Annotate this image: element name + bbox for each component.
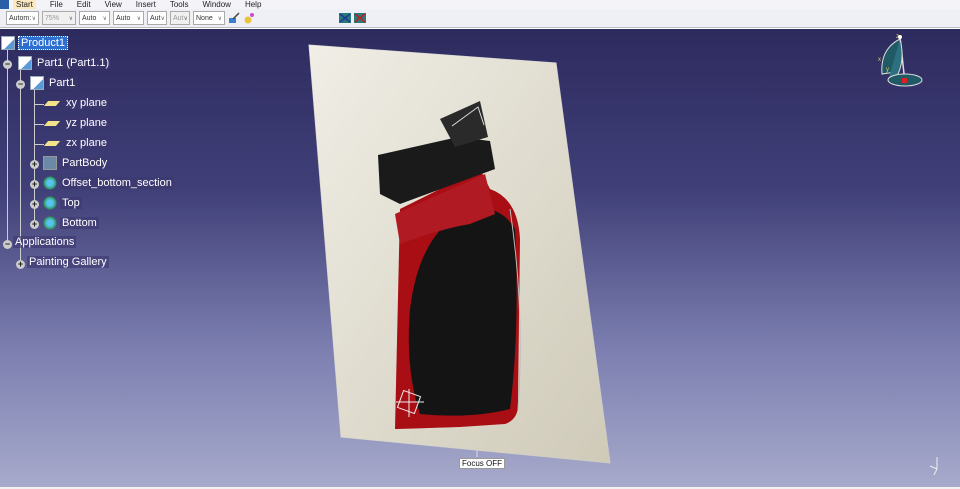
plane-icon: [43, 140, 61, 146]
swap-visible-space-icon[interactable]: [339, 12, 351, 24]
transparency-value: 75%: [45, 14, 60, 22]
model-view: z x y: [308, 34, 938, 476]
color-select[interactable]: Autom: ∨: [6, 11, 39, 25]
tree-node-zx-plane[interactable]: zx plane: [43, 137, 109, 149]
tree-label: Product1: [18, 36, 69, 50]
tree-node-xy-plane[interactable]: xy plane: [43, 97, 109, 109]
body-icon: [43, 156, 57, 170]
graphic-properties-toolbar: Autom: ∨ 75% ∨ Auto ∨ Auto ∨ Aut ∨ Aut ∨ None ∨: [0, 9, 960, 28]
mini-axis-icon: [929, 457, 938, 476]
tree-node-part-instance[interactable]: Part1 (Part1.1): [18, 56, 112, 70]
chevron-down-icon: ∨: [160, 15, 165, 22]
tree-label: Top: [60, 197, 82, 209]
expand-icon[interactable]: +: [30, 200, 39, 209]
tree-label: Painting Gallery: [27, 256, 109, 268]
point-symbol-select[interactable]: Aut ∨: [147, 11, 167, 25]
3d-viewer[interactable]: z x y Focus OFF Product1 − Part1 (Part1.…: [0, 29, 960, 487]
color-select-value: Autom:: [9, 14, 32, 22]
tree-label: Part1 (Part1.1): [35, 57, 112, 69]
product-icon: [1, 36, 15, 50]
chevron-down-icon: ∨: [183, 15, 188, 22]
menu-insert[interactable]: Insert: [136, 0, 156, 9]
expand-icon[interactable]: +: [30, 160, 39, 169]
line-type-select[interactable]: Auto ∨: [113, 11, 144, 25]
tree-node-part1[interactable]: Part1: [30, 76, 78, 90]
rendering-style-value: Aut: [173, 14, 184, 22]
menu-tools[interactable]: Tools: [170, 0, 189, 9]
collapse-icon[interactable]: −: [3, 240, 12, 249]
expand-icon[interactable]: +: [30, 220, 39, 229]
layer-select[interactable]: None ∨: [193, 11, 225, 25]
collapse-icon[interactable]: −: [3, 60, 12, 69]
menu-view[interactable]: View: [105, 0, 122, 9]
point-symbol-value: Aut: [150, 14, 161, 22]
tree-label: PartBody: [60, 157, 110, 169]
svg-text:x: x: [878, 57, 881, 63]
menu-start[interactable]: Start: [13, 0, 36, 9]
collapse-icon[interactable]: −: [16, 80, 25, 89]
svg-text:y: y: [886, 67, 889, 73]
tree-label: Bottom: [60, 217, 99, 229]
graphic-properties-icon[interactable]: [243, 12, 255, 24]
format-painter-icon[interactable]: [228, 12, 240, 24]
focus-label: Focus OFF: [459, 458, 506, 469]
tree-node-yz-plane[interactable]: yz plane: [43, 117, 109, 129]
line-type-value: Auto: [116, 14, 131, 22]
line-thickness-select[interactable]: Auto ∨: [79, 11, 110, 25]
menu-help[interactable]: Help: [245, 0, 261, 9]
part-icon: [30, 76, 44, 90]
chevron-down-icon: ∨: [136, 15, 141, 22]
tree-node-offset-bottom-section[interactable]: Offset_bottom_section: [43, 176, 174, 190]
line-thickness-value: Auto: [82, 14, 97, 22]
compass-icon[interactable]: z x y: [878, 34, 923, 87]
tree-node-bottom[interactable]: Bottom: [43, 216, 99, 230]
app-icon: [0, 0, 9, 9]
menu-bar: Start File Edit View Insert Tools Window…: [0, 0, 960, 9]
tree-node-applications[interactable]: Applications: [13, 236, 77, 248]
tree-node-product1[interactable]: Product1: [1, 36, 69, 50]
tree-node-painting-gallery[interactable]: Painting Gallery: [27, 256, 109, 268]
chevron-down-icon: ∨: [217, 15, 222, 22]
plane-icon: [43, 120, 61, 126]
menu-file[interactable]: File: [50, 0, 63, 9]
geometrical-set-icon: [43, 216, 57, 230]
svg-text:z: z: [896, 34, 899, 40]
expand-icon[interactable]: +: [16, 260, 25, 269]
tree-label: xy plane: [64, 97, 109, 109]
tree-label: Offset_bottom_section: [60, 177, 174, 189]
expand-icon[interactable]: +: [30, 180, 39, 189]
menu-edit[interactable]: Edit: [77, 0, 91, 9]
tree-node-top[interactable]: Top: [43, 196, 82, 210]
layer-value: None: [196, 14, 213, 22]
tree-label: zx plane: [64, 137, 109, 149]
tree-label: Applications: [13, 236, 77, 248]
geometrical-set-icon: [43, 176, 57, 190]
part-instance-icon: [18, 56, 32, 70]
rendering-style-select[interactable]: Aut ∨: [170, 11, 190, 25]
tree-node-partbody[interactable]: PartBody: [43, 156, 110, 170]
transparency-select[interactable]: 75% ∨: [42, 11, 76, 25]
geometrical-set-icon: [43, 196, 57, 210]
plane-icon: [43, 100, 61, 106]
chevron-down-icon: ∨: [102, 15, 107, 22]
menu-window[interactable]: Window: [203, 0, 231, 9]
chevron-down-icon: ∨: [68, 15, 73, 22]
tree-label: yz plane: [64, 117, 109, 129]
tree-label: Part1: [47, 77, 78, 89]
hide-show-icon[interactable]: [354, 12, 366, 24]
chevron-down-icon: ∨: [31, 15, 36, 22]
